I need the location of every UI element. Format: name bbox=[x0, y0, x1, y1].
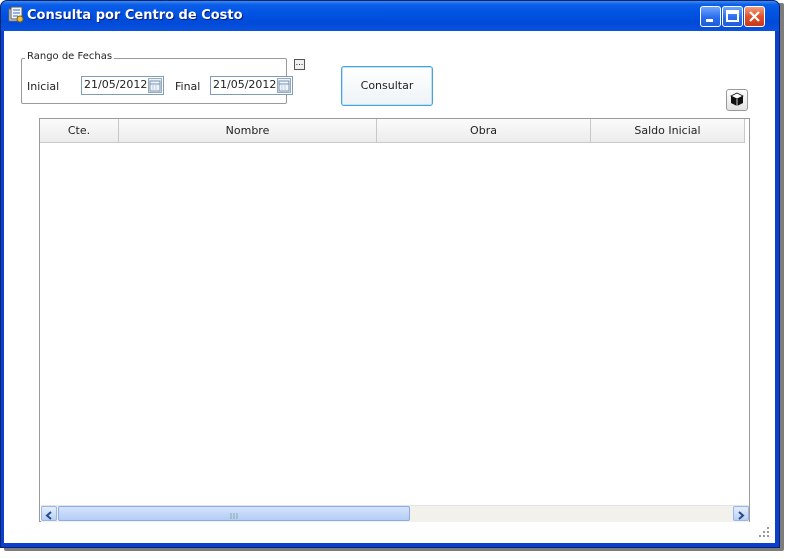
calendar-icon[interactable] bbox=[148, 78, 162, 93]
end-date-value: 21/05/2012 bbox=[213, 78, 277, 91]
export-button[interactable] bbox=[726, 89, 748, 111]
scroll-left-button[interactable] bbox=[41, 506, 57, 521]
grid-header: Cte. Nombre Obra Saldo Inicial bbox=[40, 119, 745, 143]
horizontal-scrollbar[interactable] bbox=[41, 505, 749, 522]
calendar-icon[interactable] bbox=[277, 78, 291, 93]
column-header-cte[interactable]: Cte. bbox=[40, 119, 119, 142]
column-header-saldo-inicial[interactable]: Saldo Inicial bbox=[591, 119, 745, 142]
consult-button[interactable]: Consultar bbox=[341, 66, 433, 106]
chevron-right-icon bbox=[738, 511, 745, 520]
window-title: Consulta por Centro de Costo bbox=[27, 8, 243, 23]
title-bar[interactable]: Consulta por Centro de Costo bbox=[1, 1, 779, 31]
column-header-nombre[interactable]: Nombre bbox=[119, 119, 377, 142]
more-options-button[interactable]: ... bbox=[294, 59, 305, 70]
scroll-right-button[interactable] bbox=[733, 506, 749, 521]
client-area: Rango de Fechas Inicial 21/05/2012 Final… bbox=[4, 31, 775, 543]
start-date-field[interactable]: 21/05/2012 bbox=[81, 76, 164, 95]
close-icon bbox=[749, 11, 760, 22]
maximize-icon bbox=[726, 10, 739, 22]
end-date-label: Final bbox=[175, 80, 201, 93]
maximize-button[interactable] bbox=[722, 6, 743, 27]
end-date-field[interactable]: 21/05/2012 bbox=[210, 76, 293, 95]
minimize-button[interactable] bbox=[700, 6, 721, 27]
cube-icon bbox=[730, 92, 744, 106]
start-date-label: Inicial bbox=[27, 80, 60, 93]
grip-lines-icon bbox=[230, 513, 238, 519]
column-header-obra[interactable]: Obra bbox=[377, 119, 591, 142]
chevron-left-icon bbox=[45, 511, 52, 520]
minimize-icon bbox=[706, 19, 713, 22]
resize-grip-icon[interactable] bbox=[756, 524, 770, 538]
scrollbar-thumb[interactable] bbox=[58, 506, 410, 521]
app-icon bbox=[8, 6, 24, 23]
close-button[interactable] bbox=[744, 6, 765, 27]
app-window: Consulta por Centro de Costo Rango de Fe… bbox=[0, 0, 780, 548]
date-range-title: Rango de Fechas bbox=[25, 51, 115, 62]
start-date-value: 21/05/2012 bbox=[84, 78, 148, 91]
results-grid[interactable]: Cte. Nombre Obra Saldo Inicial bbox=[39, 118, 750, 522]
